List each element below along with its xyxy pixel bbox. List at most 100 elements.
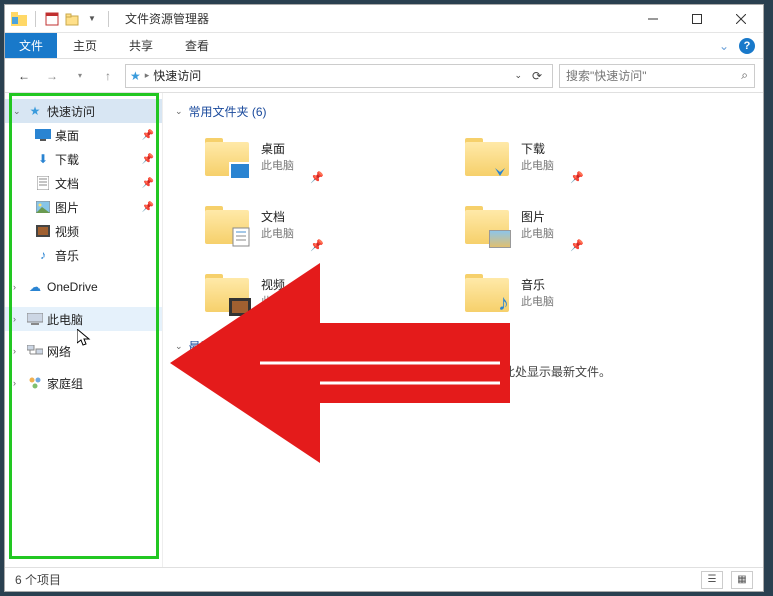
chevron-down-icon[interactable]: ⌄ <box>13 106 23 117</box>
pc-icon <box>27 311 43 327</box>
folder-name: 视频 <box>261 276 294 293</box>
sidebar-item-label: 视频 <box>55 223 79 240</box>
homegroup-icon <box>27 375 43 391</box>
folder-icon <box>203 268 251 316</box>
network-icon <box>27 343 43 359</box>
pin-icon: 📌 <box>310 171 324 184</box>
nav-forward-button[interactable]: → <box>41 65 63 87</box>
titlebar: ▼ 文件资源管理器 <box>5 5 763 33</box>
folder-item-downloads[interactable]: 下载 此电脑 📌 <box>463 128 723 184</box>
folder-item-pictures[interactable]: 图片 此电脑 📌 <box>463 196 723 252</box>
pin-icon: 📌 <box>570 171 584 184</box>
empty-recent-message: 在你打开某些文件后，我们会在此处显示最新文件。 <box>335 363 751 380</box>
chevron-right-icon[interactable]: › <box>13 346 23 356</box>
chevron-right-icon[interactable]: › <box>13 314 23 324</box>
tab-file[interactable]: 文件 <box>5 33 57 58</box>
sidebar-item-pictures[interactable]: 图片 📌 <box>5 195 162 219</box>
window-title: 文件资源管理器 <box>125 10 209 27</box>
section-header-folders[interactable]: ⌄ 常用文件夹 (6) <box>175 103 751 120</box>
qat-new-folder-icon[interactable] <box>64 11 80 27</box>
video-icon <box>35 223 51 239</box>
folder-icon <box>203 132 251 180</box>
document-icon <box>35 175 51 191</box>
sidebar-item-label: 文档 <box>55 175 79 192</box>
address-path: 快速访问 <box>153 67 510 84</box>
folder-location: 此电脑 <box>521 293 554 309</box>
chevron-right-icon[interactable]: › <box>13 378 23 388</box>
close-button[interactable] <box>719 5 763 33</box>
onedrive-icon: ☁ <box>27 279 43 295</box>
view-icons-button[interactable]: ▦ <box>731 571 753 589</box>
folder-icon <box>463 132 511 180</box>
address-box[interactable]: ★ ▸ 快速访问 ⌄ ⟳ <box>125 64 553 88</box>
download-icon: ⬇ <box>35 151 51 167</box>
search-input[interactable] <box>566 69 735 83</box>
sidebar-item-desktop[interactable]: 桌面 📌 <box>5 123 162 147</box>
nav-recent-dropdown[interactable]: ▾ <box>69 65 91 87</box>
file-explorer-window: ▼ 文件资源管理器 文件 主页 共享 查看 ⌄ ? ← → ▾ ↑ ★ ▸ 快速… <box>4 4 764 592</box>
pin-icon: 📌 <box>142 178 154 189</box>
tab-share[interactable]: 共享 <box>113 33 169 58</box>
sidebar-item-label: 家庭组 <box>47 375 83 392</box>
section-title: 常用文件夹 (6) <box>189 103 267 120</box>
sidebar-this-pc[interactable]: › 此电脑 <box>5 307 162 331</box>
content-pane: ⌄ 常用文件夹 (6) 桌面 此电脑 📌 下载 <box>163 93 763 567</box>
refresh-button[interactable]: ⟳ <box>526 69 548 83</box>
qat-dropdown-icon[interactable]: ▼ <box>84 11 100 27</box>
folder-name: 图片 <box>521 208 554 225</box>
help-icon[interactable]: ? <box>739 38 755 54</box>
minimize-button[interactable] <box>631 5 675 33</box>
pin-icon: 📌 <box>310 239 324 252</box>
sidebar-item-label: 快速访问 <box>47 103 95 120</box>
sidebar-homegroup[interactable]: › 家庭组 <box>5 371 162 395</box>
folder-item-music[interactable]: ♪ 音乐 此电脑 <box>463 264 723 320</box>
sidebar-item-downloads[interactable]: ⬇ 下载 📌 <box>5 147 162 171</box>
folder-item-videos[interactable]: 视频 此电脑 <box>203 264 463 320</box>
folder-item-desktop[interactable]: 桌面 此电脑 📌 <box>203 128 463 184</box>
tab-view[interactable]: 查看 <box>169 33 225 58</box>
address-dropdown-icon[interactable]: ⌄ <box>514 70 522 81</box>
tab-home[interactable]: 主页 <box>57 33 113 58</box>
sidebar-item-documents[interactable]: 文档 📌 <box>5 171 162 195</box>
nav-back-button[interactable]: ← <box>13 65 35 87</box>
folder-item-documents[interactable]: 文档 此电脑 📌 <box>203 196 463 252</box>
section-header-recent[interactable]: ⌄ 最近使用的文件 (0) <box>175 338 751 355</box>
folder-location: 此电脑 <box>521 157 554 173</box>
desktop-icon <box>35 127 51 143</box>
maximize-button[interactable] <box>675 5 719 33</box>
address-bar: ← → ▾ ↑ ★ ▸ 快速访问 ⌄ ⟳ ⌕ <box>5 59 763 93</box>
folder-name: 下载 <box>521 140 554 157</box>
ribbon-expand-icon[interactable]: ⌄ <box>719 39 729 53</box>
app-icon <box>11 12 27 26</box>
star-icon: ★ <box>27 103 43 119</box>
view-details-button[interactable]: ☰ <box>701 571 723 589</box>
folder-location: 此电脑 <box>521 225 554 241</box>
picture-icon <box>35 199 51 215</box>
pin-icon: 📌 <box>142 202 154 213</box>
sidebar-quick-access[interactable]: ⌄ ★ 快速访问 <box>5 99 162 123</box>
sidebar-item-videos[interactable]: 视频 <box>5 219 162 243</box>
folder-icon: ♪ <box>463 268 511 316</box>
sidebar-onedrive[interactable]: › ☁ OneDrive <box>5 275 162 299</box>
section-title: 最近使用的文件 (0) <box>189 338 291 355</box>
chevron-down-icon[interactable]: ⌄ <box>175 341 183 352</box>
folder-location: 此电脑 <box>261 157 294 173</box>
search-icon[interactable]: ⌕ <box>741 68 748 83</box>
folder-location: 此电脑 <box>261 225 294 241</box>
qat-properties-icon[interactable] <box>44 11 60 27</box>
folder-icon <box>463 200 511 248</box>
sidebar-item-label: 图片 <box>55 199 79 216</box>
pin-icon: 📌 <box>570 239 584 252</box>
chevron-down-icon[interactable]: ⌄ <box>175 106 183 117</box>
search-box[interactable]: ⌕ <box>559 64 755 88</box>
chevron-right-icon[interactable]: › <box>13 282 23 292</box>
pin-icon: 📌 <box>142 130 154 141</box>
sidebar-item-label: 桌面 <box>55 127 79 144</box>
sidebar-item-music[interactable]: ♪ 音乐 <box>5 243 162 267</box>
pin-icon: 📌 <box>142 154 154 165</box>
status-bar: 6 个项目 ☰ ▦ <box>5 567 763 591</box>
nav-up-button[interactable]: ↑ <box>97 65 119 87</box>
music-icon: ♪ <box>35 247 51 263</box>
cursor-icon <box>77 329 91 347</box>
folder-name: 音乐 <box>521 276 554 293</box>
